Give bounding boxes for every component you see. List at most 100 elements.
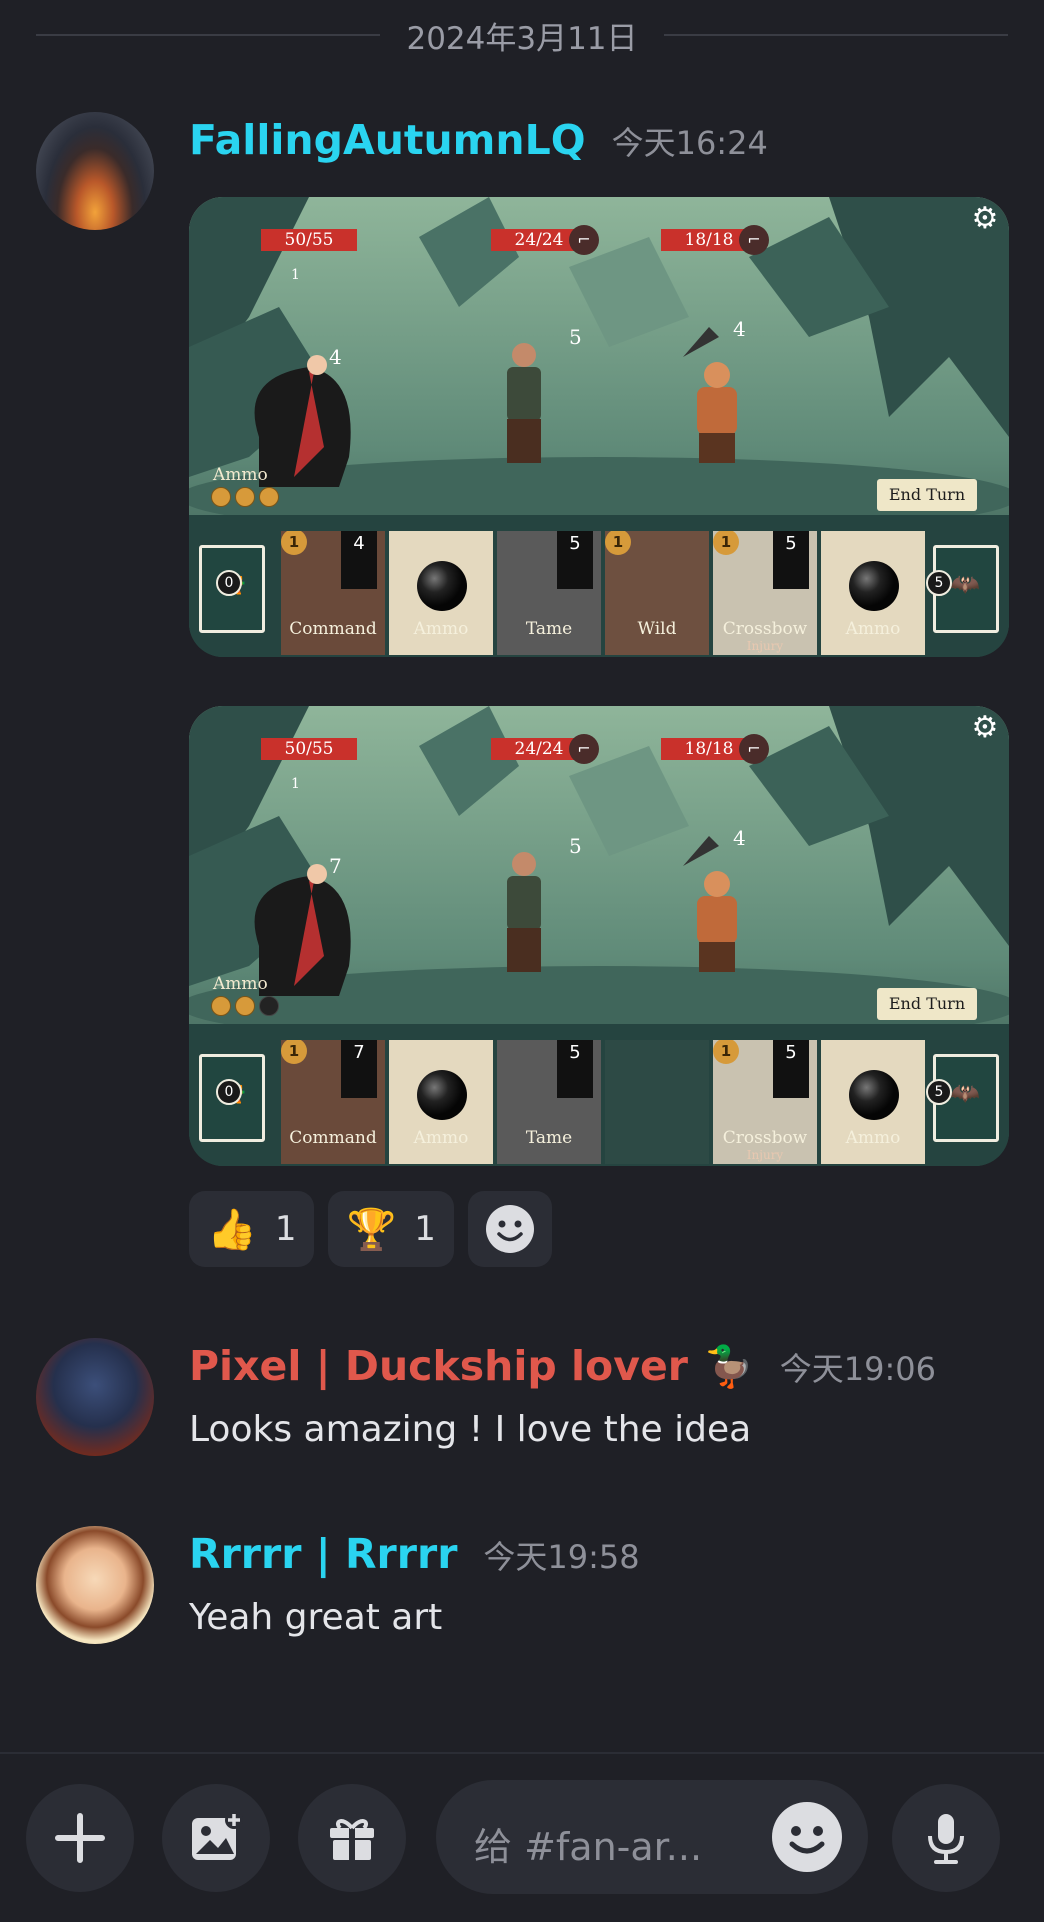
health-value: 18/18	[684, 230, 734, 250]
card-cost: 1	[713, 531, 739, 555]
ammo-pip	[235, 996, 255, 1016]
username[interactable]: Rrrrr | Rrrrr	[189, 1530, 457, 1578]
attachment-image-1[interactable]: 50/5524/24⌐18/18⌐⚙1454AmmoEnd Turn🔫0🦇514…	[189, 197, 1009, 657]
reaction-trophy[interactable]: 🏆 1	[328, 1191, 454, 1267]
voice-button[interactable]	[892, 1784, 1000, 1892]
card-value: 5	[773, 1040, 809, 1098]
card[interactable]: Ammo	[821, 1040, 925, 1164]
timestamp: 今天19:58	[483, 1538, 640, 1576]
card[interactable]: 1 4 Command	[281, 531, 385, 655]
health-value: 24/24	[514, 739, 564, 759]
thumbs-up-icon: 👍	[207, 1206, 257, 1253]
attachment-image-2[interactable]: 50/5524/24⌐18/18⌐⚙1754AmmoEnd Turn🔫0🦇517…	[189, 706, 1009, 1166]
card-name: Crossbow	[722, 1128, 808, 1148]
avatar-fallingautumnlq[interactable]	[36, 112, 154, 230]
card[interactable]: 1 5 Crossbow Injury	[713, 531, 817, 655]
emoji-icon[interactable]	[772, 1802, 842, 1872]
card[interactable]: 5 Tame	[497, 531, 601, 655]
gear-icon[interactable]: ⚙	[969, 712, 1001, 744]
health-value: 50/55	[284, 739, 334, 759]
card-value: 7	[341, 1040, 377, 1098]
card[interactable]	[605, 1040, 709, 1164]
ammo-label: Ammo	[213, 974, 268, 994]
end-turn-button[interactable]: End Turn	[877, 988, 977, 1020]
emoji-icon	[485, 1205, 534, 1253]
card-value: 5	[773, 531, 809, 589]
draw-pile[interactable]: 🔫0	[199, 545, 265, 633]
card[interactable]: Ammo	[389, 531, 493, 655]
date-separator: 2024年3月11日	[36, 10, 1008, 60]
timestamp: 今天19:06	[779, 1350, 937, 1388]
card[interactable]: 1 5 Crossbow Injury	[713, 1040, 817, 1164]
ammo-counter	[211, 996, 279, 1016]
gift-icon	[330, 1819, 374, 1860]
card-name: Ammo	[413, 1128, 469, 1148]
add-attachment-button[interactable]	[26, 1784, 134, 1892]
card[interactable]: Ammo	[821, 531, 925, 655]
health-value: 18/18	[684, 739, 734, 759]
discard-pile-count: 5	[926, 570, 952, 596]
card-name: Ammo	[845, 1128, 901, 1148]
card-name: Tame	[525, 1128, 573, 1148]
status-value: 4	[733, 826, 746, 850]
bomb-icon	[417, 1070, 467, 1120]
gift-button[interactable]	[298, 1784, 406, 1892]
card[interactable]: 1 Wild	[605, 531, 709, 655]
health-bar: 24/24 ⌐	[491, 225, 599, 255]
card[interactable]: 1 7 Command	[281, 1040, 385, 1164]
add-reaction-button[interactable]	[467, 1191, 552, 1267]
health-value: 24/24	[514, 230, 564, 250]
status-value: 1	[291, 776, 300, 792]
card-name: Command	[289, 619, 377, 639]
image-upload-button[interactable]	[162, 1784, 270, 1892]
message-input-placeholder: 给 #fan-ar...	[474, 1825, 703, 1869]
discard-pile-count: 5	[926, 1079, 952, 1105]
card-value: 5	[557, 1040, 593, 1098]
message-text: Looks amazing ! I love the idea	[189, 1409, 752, 1450]
divider-line	[36, 34, 381, 36]
weapon-icon: ⌐	[569, 225, 599, 255]
username[interactable]: FallingAutumnLQ	[189, 116, 586, 164]
ammo-label: Ammo	[213, 465, 268, 485]
weapon-icon: ⌐	[739, 734, 769, 764]
avatar-pixel[interactable]	[36, 1338, 154, 1456]
ammo-pip	[259, 487, 279, 507]
draw-pile-count: 0	[216, 1079, 242, 1105]
username[interactable]: Pixel | Duckship lover	[189, 1342, 688, 1390]
hand-of-cards: 🔫0🦇517CommandAmmo5Tame15CrossbowInjuryAm…	[189, 1024, 1009, 1166]
weapon-icon: ⌐	[569, 734, 599, 764]
health-bar: 18/18 ⌐	[661, 225, 769, 255]
microphone-icon	[928, 1814, 964, 1864]
card-value: 5	[557, 531, 593, 589]
ammo-pip	[235, 487, 255, 507]
image-icon	[192, 1811, 243, 1860]
reaction-thumbs-up[interactable]: 👍 1	[189, 1191, 315, 1267]
card[interactable]: Ammo	[389, 1040, 493, 1164]
card-name: Crossbow	[722, 619, 808, 639]
end-turn-button[interactable]: End Turn	[877, 479, 977, 511]
card-cost: 1	[713, 1040, 739, 1064]
card-cost: 1	[605, 531, 631, 555]
card-name: Wild	[637, 619, 677, 639]
bomb-icon	[417, 561, 467, 611]
message-input[interactable]: 给 #fan-ar...	[436, 1780, 868, 1894]
card[interactable]: 5 Tame	[497, 1040, 601, 1164]
ammo-pip	[211, 487, 231, 507]
discard-pile[interactable]: 🦇 5	[926, 545, 999, 633]
status-value: 5	[569, 325, 582, 349]
draw-pile-count: 0	[216, 570, 242, 596]
composer-bar: 给 #fan-ar...	[0, 1752, 1044, 1922]
draw-pile[interactable]: 🔫0	[199, 1054, 265, 1142]
divider-line	[663, 34, 1008, 36]
health-bar: 50/55	[261, 738, 357, 760]
health-bar: 18/18 ⌐	[661, 734, 769, 764]
reactions-bar: 👍 1 🏆 1	[189, 1191, 552, 1267]
gear-icon[interactable]: ⚙	[969, 203, 1001, 235]
discard-pile[interactable]: 🦇 5	[926, 1054, 999, 1142]
card-value: 4	[341, 531, 377, 589]
card-name: Ammo	[413, 619, 469, 639]
card-name: Command	[289, 1128, 377, 1148]
hand-of-cards: 🔫0🦇514CommandAmmo5Tame1Wild15CrossbowInj…	[189, 515, 1009, 657]
bat-icon: 🦇	[950, 1079, 980, 1107]
avatar-rrrrr[interactable]	[36, 1526, 154, 1644]
